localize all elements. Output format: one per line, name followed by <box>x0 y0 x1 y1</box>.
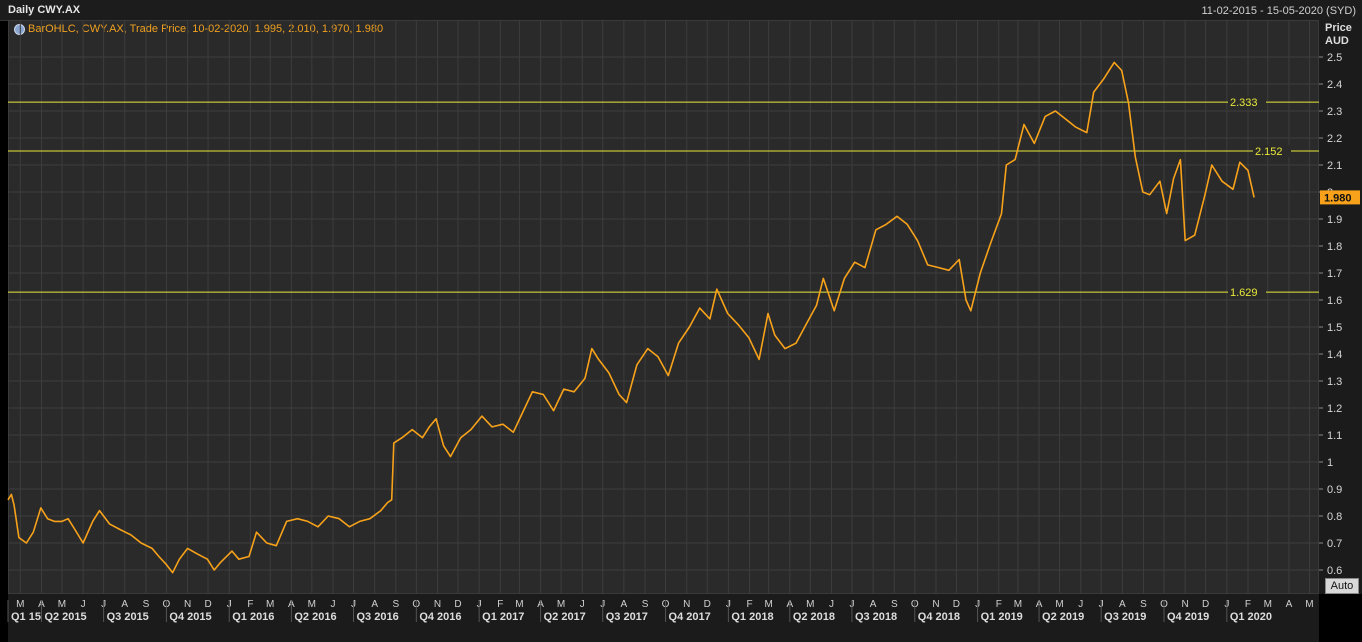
chart-title: Daily CWY.AX <box>8 4 81 16</box>
plot-area[interactable] <box>8 20 1319 594</box>
legend-text: BarOHLC, CWY.AX, Trade Price, 10-02-2020… <box>28 23 384 35</box>
y-axis-title-price: Price <box>1325 22 1352 34</box>
chart-header: Daily CWY.AX 11-02-2015 - 15-05-2020 (SY… <box>0 0 1362 21</box>
auto-scale-button[interactable]: Auto <box>1325 578 1359 594</box>
series-legend[interactable]: BarOHLC, CWY.AX, Trade Price, 10-02-2020… <box>14 23 383 35</box>
y-axis-panel[interactable] <box>1319 20 1362 594</box>
clock-icon[interactable] <box>14 23 25 35</box>
y-axis-title-currency: AUD <box>1325 35 1349 47</box>
y-axis-title: Price AUD <box>1325 22 1352 48</box>
date-range: 11-02-2015 - 15-05-2020 (SYD) <box>1201 5 1357 17</box>
x-axis-panel[interactable] <box>8 594 1319 642</box>
